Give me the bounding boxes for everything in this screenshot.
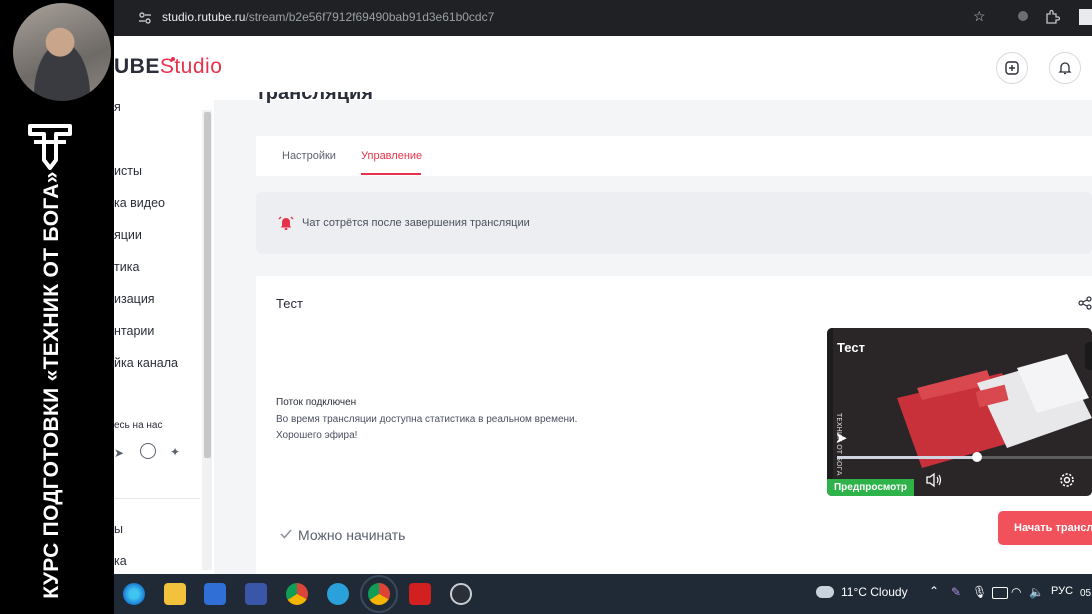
sidebar-item-channel-settings[interactable]: йка канала	[114, 356, 178, 370]
edge-browser-icon[interactable]	[123, 583, 145, 605]
bookmark-star-icon[interactable]: ☆	[973, 8, 986, 25]
menu-icon[interactable]	[1079, 9, 1092, 25]
sidebar-item-3[interactable]: ка	[114, 554, 127, 568]
course-title: КУРС ПОДГОТОВКИ «ТЕХНИК ОТ БОГА»	[22, 171, 82, 598]
active-tab-underline	[361, 173, 421, 175]
cursor-icon: ➤	[835, 430, 848, 447]
volume-icon[interactable]	[925, 472, 943, 488]
chat-notice: Чат сотрётся после завершения трансляции	[256, 192, 1092, 254]
site-info-icon[interactable]	[138, 11, 152, 25]
url-path: /stream/b2e56f7912f69490bab91d3e61b0cdc7	[245, 10, 495, 24]
speaker-icon[interactable]: 🔈	[1029, 585, 1044, 599]
telegram-app-icon[interactable]	[327, 583, 349, 605]
sidebar-subscribe-label: есь на нас	[114, 420, 163, 431]
sidebar-item-playlists[interactable]: исты	[114, 164, 142, 178]
preview-badge-label: Предпросмотр	[833, 482, 908, 493]
url-host: studio.rutube.ru	[162, 10, 246, 24]
notifications-button[interactable]	[1049, 52, 1081, 84]
page-header: UBEStudio	[114, 36, 1092, 100]
microphone-icon[interactable]: 🎙	[972, 585, 987, 599]
settings-gear-icon[interactable]	[1059, 472, 1075, 488]
battery-icon[interactable]	[992, 587, 1008, 599]
extension-icon[interactable]	[1018, 11, 1028, 21]
sidebar-item-comments[interactable]: нтарии	[114, 324, 154, 338]
sidebar-item-streams[interactable]: яции	[114, 228, 142, 242]
sidebar-item-analytics[interactable]: тика	[114, 260, 139, 274]
tab-manage[interactable]: Управление	[361, 150, 422, 162]
plus-icon[interactable]: ✦	[170, 445, 180, 459]
alarm-bell-icon	[278, 216, 294, 230]
stream-status-line-2: Хорошего эфира!	[276, 430, 358, 441]
checkmark-icon	[280, 529, 292, 539]
clock[interactable]: 05	[1080, 588, 1091, 599]
store-icon[interactable]	[204, 583, 226, 605]
ready-status: Можно начинать	[298, 527, 406, 543]
acrobat-icon[interactable]	[409, 583, 431, 605]
preview-badge: Предпросмотр	[827, 479, 914, 496]
taskbar: 11°C Cloudy ⌃ ✎ 🎙 ◠ 🔈 РУС 05	[114, 574, 1092, 614]
wifi-icon[interactable]: ◠	[1011, 585, 1021, 599]
save-floppy-icon[interactable]	[245, 583, 267, 605]
preview-title: Тест	[837, 340, 865, 355]
sidebar: я исты ка видео яции тика изация нтарии …	[114, 100, 214, 574]
chrome-active-icon[interactable]	[360, 575, 398, 613]
tray-chevron-icon[interactable]: ⌃	[929, 584, 939, 598]
sidebar-divider	[114, 498, 200, 499]
preview-thumbnail: ТЕХНИК ОТ БОГА	[827, 328, 1092, 496]
plus-square-icon	[1005, 61, 1019, 75]
stream-preview-player[interactable]: ТЕХНИК ОТ БОГА Тест ➤ Предпросмотр	[827, 328, 1092, 496]
tabs: Настройки Управление	[256, 136, 1092, 176]
obs-icon[interactable]	[450, 583, 472, 605]
sidebar-item-2[interactable]: ы	[114, 522, 123, 536]
preview-side-handle[interactable]	[1085, 342, 1092, 370]
brand-studio: Studio	[159, 55, 223, 78]
sidebar-item-upload-video[interactable]: ка видео	[114, 196, 165, 210]
course-logo-icon	[28, 124, 72, 170]
share-icon[interactable]	[1078, 296, 1092, 310]
bell-icon	[1058, 62, 1072, 75]
stream-status-line-1: Во время трансляции доступна статистика …	[276, 414, 578, 425]
sidebar-item-monetization[interactable]: изация	[114, 292, 155, 306]
upload-button[interactable]	[996, 52, 1028, 84]
studio-page: UBEStudio я исты ка видео яции тика изац…	[114, 36, 1092, 574]
tab-settings[interactable]: Настройки	[282, 150, 336, 162]
telegram-icon[interactable]: ➤	[114, 446, 124, 460]
pen-icon[interactable]: ✎	[951, 585, 961, 599]
extensions-puzzle-icon[interactable]	[1044, 9, 1060, 25]
viber-icon[interactable]	[140, 443, 156, 459]
cloud-weather-icon	[816, 586, 834, 598]
address-bar[interactable]: studio.rutube.ru/stream/b2e56f7912f69490…	[162, 10, 494, 24]
chrome-icon[interactable]	[286, 583, 308, 605]
stream-title: Тест	[276, 296, 303, 311]
weather-text[interactable]: 11°C Cloudy	[841, 585, 908, 599]
start-stream-button[interactable]: Начать трансля	[998, 511, 1092, 545]
brand-main: UBE	[114, 55, 160, 78]
brand-logo[interactable]: UBEStudio	[114, 55, 222, 79]
file-explorer-icon[interactable]	[164, 583, 186, 605]
start-stream-label: Начать трансля	[1014, 522, 1092, 534]
webcam-avatar	[13, 3, 111, 101]
preview-progress-knob[interactable]	[972, 452, 982, 462]
language-indicator[interactable]: РУС	[1051, 585, 1073, 597]
sidebar-item-1[interactable]: я	[114, 100, 121, 114]
preview-progress-fill	[837, 456, 977, 459]
stream-status-heading: Поток подключен	[276, 397, 357, 408]
brand-dot-icon	[171, 57, 175, 61]
sidebar-scroll-thumb[interactable]	[204, 112, 211, 458]
browser-toolbar: studio.rutube.ru/stream/b2e56f7912f69490…	[114, 0, 1092, 36]
course-title-text: КУРС ПОДГОТОВКИ «ТЕХНИК ОТ БОГА»	[40, 171, 63, 599]
notice-text: Чат сотрётся после завершения трансляции	[302, 217, 530, 229]
